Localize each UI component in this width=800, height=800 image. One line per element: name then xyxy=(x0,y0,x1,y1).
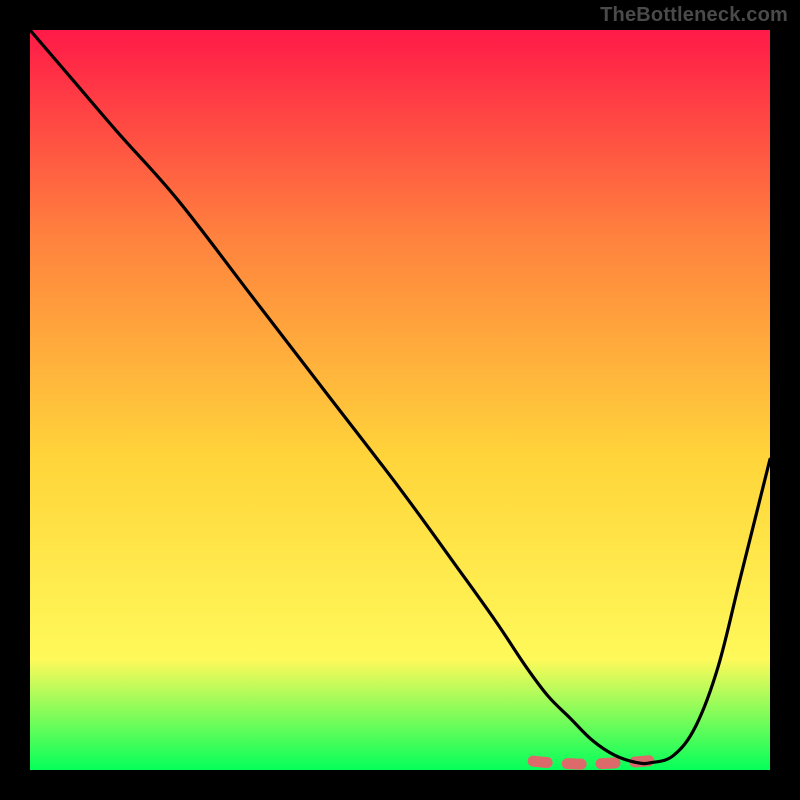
chart-container: { "watermark": "TheBottleneck.com", "col… xyxy=(0,0,800,800)
gradient-background xyxy=(30,30,770,770)
bottleneck-chart xyxy=(30,30,770,770)
watermark-text: TheBottleneck.com xyxy=(600,4,788,27)
